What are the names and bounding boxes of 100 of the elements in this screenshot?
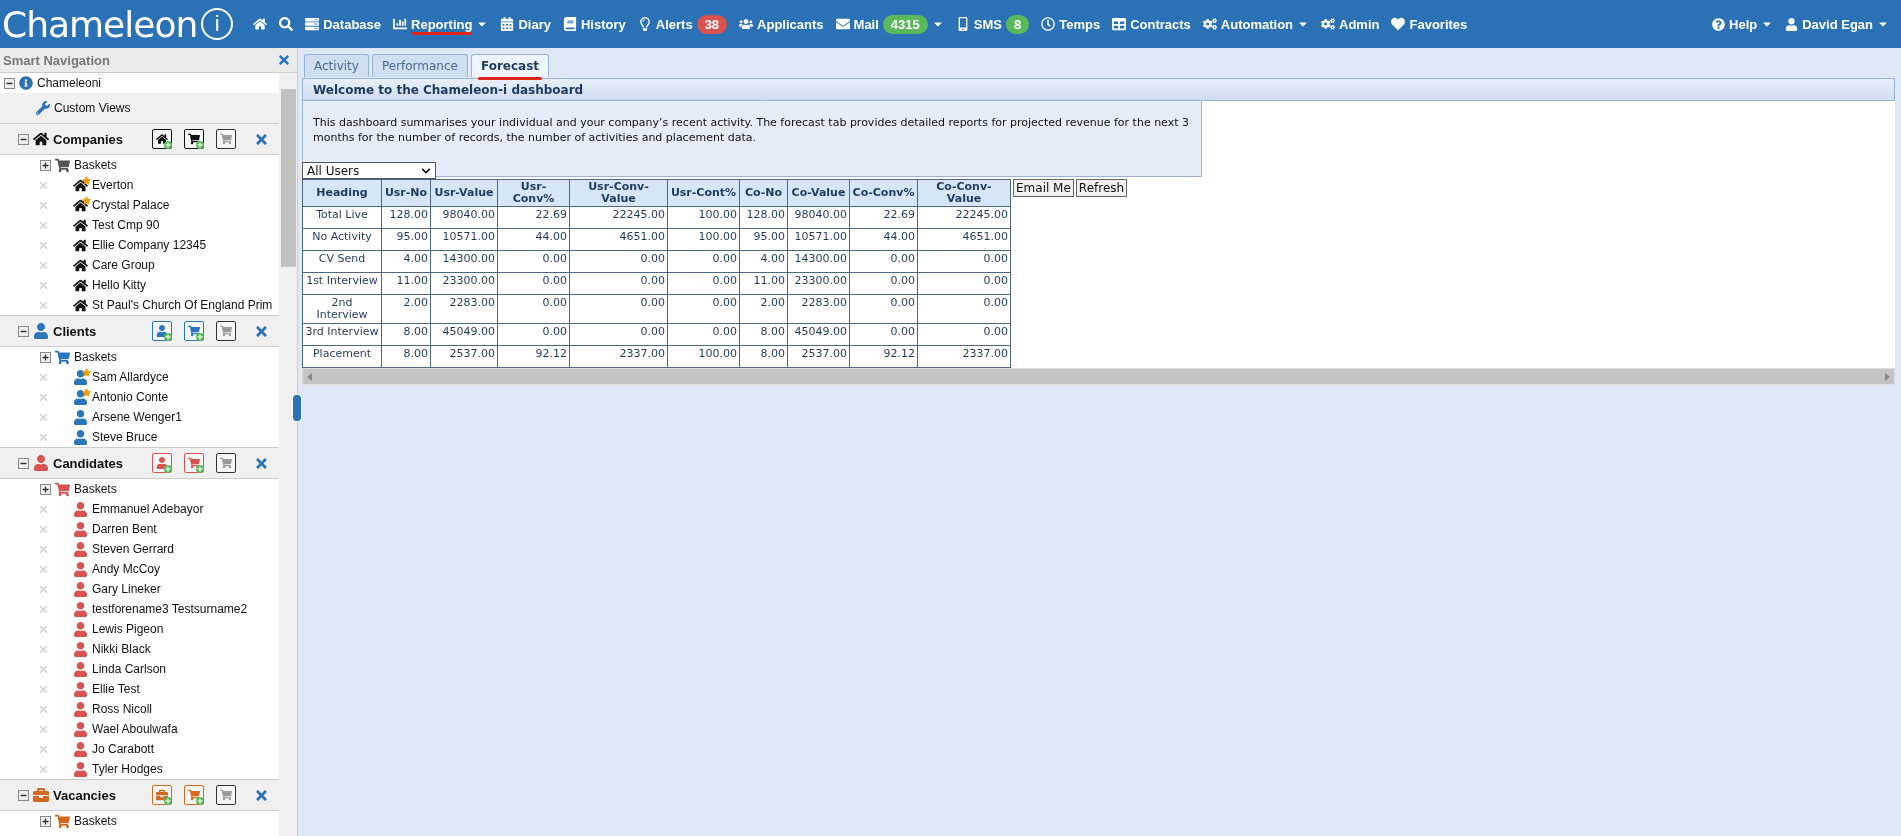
scroll-right-icon[interactable] xyxy=(1885,372,1890,381)
nav-item[interactable]: Reporting xyxy=(387,9,495,39)
tree-item[interactable]: Wael Aboulwafa xyxy=(92,722,178,736)
expand-toggle[interactable] xyxy=(40,483,51,495)
tree-item[interactable]: Linda Carlson xyxy=(92,662,167,676)
action-button[interactable]: Email Me xyxy=(1013,179,1074,197)
collapse-toggle[interactable] xyxy=(18,133,29,145)
nav-item[interactable]: Database xyxy=(299,9,388,39)
plus-icon xyxy=(42,817,49,825)
collapse-toggle[interactable] xyxy=(18,325,29,337)
column-header: Usr-No xyxy=(381,179,431,207)
tree-item[interactable]: Chameleoni xyxy=(37,76,102,90)
expand-toggle[interactable] xyxy=(40,159,51,171)
tree-item[interactable]: Tyler Hodges xyxy=(92,762,163,776)
basket-button[interactable] xyxy=(216,129,236,149)
nav-item[interactable]: Diary xyxy=(494,9,557,39)
tree-item[interactable]: Ross Nicoll xyxy=(92,702,152,716)
nav-item[interactable]: Applicants xyxy=(733,9,830,39)
chevron-down-icon xyxy=(421,165,431,176)
table-cell: 0.00 xyxy=(667,272,740,295)
table-cell: 3rd Interview xyxy=(302,323,382,346)
basket-button[interactable] xyxy=(216,453,236,473)
collapse-toggle[interactable] xyxy=(18,789,29,801)
nav-item[interactable]: Favorites xyxy=(1385,9,1474,39)
tree-item[interactable]: Sam Allardyce xyxy=(92,370,169,384)
plus-badge-icon xyxy=(196,465,204,473)
tab[interactable]: Forecast xyxy=(470,54,550,77)
tree-item[interactable]: Baskets xyxy=(74,482,117,496)
tree-item[interactable]: Crystal Palace xyxy=(92,198,170,212)
cart-icon xyxy=(188,789,200,801)
collapse-toggle[interactable] xyxy=(18,457,29,469)
close-icon[interactable] xyxy=(277,53,291,67)
tree-item[interactable]: Steven Gerrard xyxy=(92,542,175,556)
nav-item[interactable]: Help xyxy=(1706,9,1780,39)
table-cell: 2337.00 xyxy=(569,345,668,368)
star-icon xyxy=(82,367,91,377)
close-icon[interactable] xyxy=(254,787,269,803)
tree-item[interactable]: Lewis Pigeon xyxy=(92,622,164,636)
horizontal-scrollbar[interactable] xyxy=(302,368,1895,385)
nav-item[interactable]: SMS 8 xyxy=(949,9,1036,39)
tab[interactable]: Performance xyxy=(371,54,468,77)
tree-item[interactable]: Steve Bruce xyxy=(92,430,158,444)
close-icon[interactable] xyxy=(254,323,269,339)
tree-item[interactable]: Nikki Black xyxy=(92,642,151,656)
nav-item[interactable]: Contracts xyxy=(1106,9,1197,39)
table-cell: 0.00 xyxy=(497,272,570,295)
expand-toggle[interactable] xyxy=(40,815,51,827)
basket-button[interactable] xyxy=(216,321,236,341)
nav-item[interactable]: Alerts 38 xyxy=(631,9,734,39)
tree-item[interactable]: Ellie Company 12345 xyxy=(92,238,207,252)
tree-item[interactable]: Andy McCoy xyxy=(92,562,161,576)
close-icon[interactable] xyxy=(254,131,269,147)
tree-item[interactable]: Custom Views xyxy=(54,101,131,115)
table-cell: 4.00 xyxy=(381,250,431,273)
collapse-toggle[interactable] xyxy=(4,77,15,89)
nav-item[interactable]: Mail 4315 xyxy=(829,9,950,39)
nav-item[interactable]: Admin xyxy=(1315,9,1386,39)
user-filter-select[interactable]: All Users xyxy=(302,162,436,179)
expand-toggle[interactable] xyxy=(40,351,51,363)
tree-item[interactable]: Gary Lineker xyxy=(92,582,161,596)
cart-icon xyxy=(188,133,200,145)
tree-item[interactable]: Baskets xyxy=(74,350,117,364)
scroll-left-icon[interactable] xyxy=(307,372,312,381)
tree-item[interactable]: Emmanuel Adebayor xyxy=(92,502,204,516)
plus-icon xyxy=(42,485,49,493)
tree-item[interactable]: Darren Bent xyxy=(92,522,157,536)
tree-item[interactable]: Baskets xyxy=(74,158,117,172)
table-cell: 11.00 xyxy=(381,272,431,295)
tree-item[interactable]: St Paul's Church Of England Prim xyxy=(92,298,273,312)
tree-item[interactable]: Ellie Test xyxy=(92,682,140,696)
scrollbar[interactable] xyxy=(279,73,297,836)
cart-icon xyxy=(55,349,70,365)
tree-item[interactable]: Jo Carabott xyxy=(92,742,155,756)
add-basket-button[interactable] xyxy=(184,129,204,149)
tree-item[interactable]: Antonio Conte xyxy=(92,390,169,404)
table-cell: 0.00 xyxy=(849,323,918,346)
panel-title: Welcome to the Chameleon-i dashboard xyxy=(313,82,584,97)
table-cell: 2337.00 xyxy=(917,345,1011,368)
tree-item[interactable]: Care Group xyxy=(92,258,155,272)
tree-item[interactable]: Baskets xyxy=(74,814,117,828)
tab[interactable]: Activity xyxy=(304,54,369,77)
tree-item[interactable]: Test Cmp 90 xyxy=(92,218,160,232)
nav-item[interactable]: History xyxy=(556,9,632,39)
table-cell: Placement xyxy=(302,345,382,368)
plus-badge-icon xyxy=(164,465,172,473)
tree-item[interactable]: Arsene Wenger1 xyxy=(92,410,182,424)
nav-item[interactable]: David Egan xyxy=(1779,9,1895,39)
logo[interactable]: Chameleon i xyxy=(0,3,248,45)
tree-item[interactable]: Hello Kitty xyxy=(92,278,147,292)
basket-button[interactable] xyxy=(216,785,236,805)
close-icon[interactable] xyxy=(254,455,269,471)
tree-item[interactable]: Everton xyxy=(92,178,134,192)
briefcase-icon xyxy=(156,789,168,801)
nav-item[interactable]: Temps xyxy=(1035,9,1107,39)
action-button[interactable]: Refresh xyxy=(1075,179,1128,197)
table-cell: 0.00 xyxy=(849,250,918,273)
add-record-button[interactable] xyxy=(152,129,172,149)
tree-item[interactable]: testforename3 Testsurname2 xyxy=(92,602,248,616)
nav-item[interactable]: Automation xyxy=(1196,9,1316,39)
table-cell: 8.00 xyxy=(381,323,431,346)
